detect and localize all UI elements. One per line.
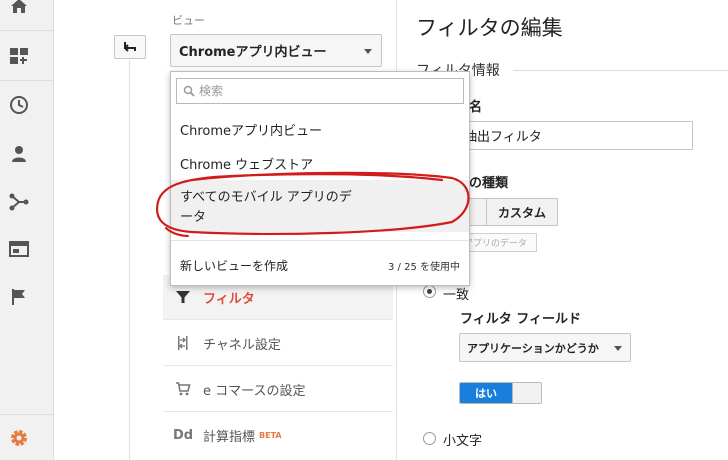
funnel-icon xyxy=(163,289,203,305)
lowercase-radio[interactable] xyxy=(423,432,436,445)
dropdown-footer: 新しいビューを作成 3 / 25 を使用中 xyxy=(171,250,469,280)
section-divider xyxy=(513,70,728,71)
lowercase-label: 小文字 xyxy=(443,434,483,449)
toggle-off-side xyxy=(512,383,541,403)
menu-item-channel[interactable]: チャネル設定 xyxy=(163,321,393,366)
menu-item-ecommerce[interactable]: e コマースの設定 xyxy=(163,367,393,412)
person-icon[interactable] xyxy=(7,142,31,166)
view-dropdown: Chromeアプリ内ビュー Chrome ウェブストア すべてのモバイル アプリ… xyxy=(170,71,470,286)
channel-icon xyxy=(163,335,203,351)
option-line: すべてのモバイル アプリのデ xyxy=(180,190,352,205)
view-select[interactable]: Chromeアプリ内ビュー xyxy=(170,34,382,67)
yes-toggle[interactable]: はい xyxy=(459,382,542,404)
filter-type-label: の種類 xyxy=(469,176,509,191)
dropdown-search[interactable] xyxy=(176,78,464,104)
calc-metric-icon: Dd xyxy=(172,428,194,443)
toggle-on-label: はい xyxy=(460,383,512,403)
flag-icon[interactable] xyxy=(7,285,31,309)
page-title: フィルタの編集 xyxy=(416,16,563,40)
dropdown-divider xyxy=(171,240,469,241)
view-label: ビュー xyxy=(172,14,205,27)
dropdown-option[interactable]: Chromeアプリ内ビュー xyxy=(171,112,469,146)
custom-button[interactable]: カスタム xyxy=(486,198,558,226)
filter-field-label: フィルタ フィールド xyxy=(460,312,582,327)
menu-item-label: e コマースの設定 xyxy=(203,383,306,399)
chevron-down-icon xyxy=(364,49,372,54)
menu-item-calculated-metrics[interactable]: Dd 計算指標 BETA xyxy=(163,413,393,458)
radio-dot xyxy=(427,289,432,294)
clock-icon[interactable] xyxy=(7,93,31,117)
left-nav-rail xyxy=(0,0,54,460)
tree-line xyxy=(129,60,130,460)
back-arrow-icon xyxy=(124,42,136,52)
dropdown-option-highlighted[interactable]: すべてのモバイル アプリのデ ータ xyxy=(171,180,469,232)
filter-field-select[interactable]: アプリケーションかどうか xyxy=(459,333,631,362)
chevron-down-icon xyxy=(614,346,622,351)
create-view-link[interactable]: 新しいビューを作成 xyxy=(180,257,288,274)
dropdown-option[interactable]: Chrome ウェブストア xyxy=(171,146,469,180)
rail-divider xyxy=(0,30,54,31)
beta-badge: BETA xyxy=(259,431,282,440)
match-radio[interactable] xyxy=(423,285,436,298)
menu-item-label: フィルタ xyxy=(203,291,255,307)
rail-divider xyxy=(0,414,54,415)
option-line: ータ xyxy=(180,210,207,225)
search-icon xyxy=(183,85,195,97)
filter-name-label: 名 xyxy=(469,100,483,115)
filter-name-input[interactable]: 抽出フィルタ xyxy=(455,121,693,150)
match-label: 一致 xyxy=(443,288,470,303)
filter-name-value: 抽出フィルタ xyxy=(464,130,542,145)
dashboard-icon[interactable] xyxy=(7,44,31,68)
view-usage-count: 3 / 25 を使用中 xyxy=(388,261,460,273)
menu-item-label: チャネル設定 xyxy=(203,337,281,353)
home-icon[interactable] xyxy=(7,0,31,18)
flow-icon[interactable] xyxy=(7,190,31,214)
filter-field-value: アプリケーションかどうか xyxy=(467,341,599,355)
back-button[interactable] xyxy=(114,35,146,59)
cart-icon xyxy=(163,381,203,397)
rail-divider xyxy=(0,80,54,81)
menu-item-label: 計算指標 xyxy=(203,430,256,445)
view-select-value: Chromeアプリ内ビュー xyxy=(179,45,327,60)
search-input[interactable] xyxy=(199,84,449,98)
gear-icon[interactable] xyxy=(7,426,31,450)
window-icon[interactable] xyxy=(7,237,31,261)
